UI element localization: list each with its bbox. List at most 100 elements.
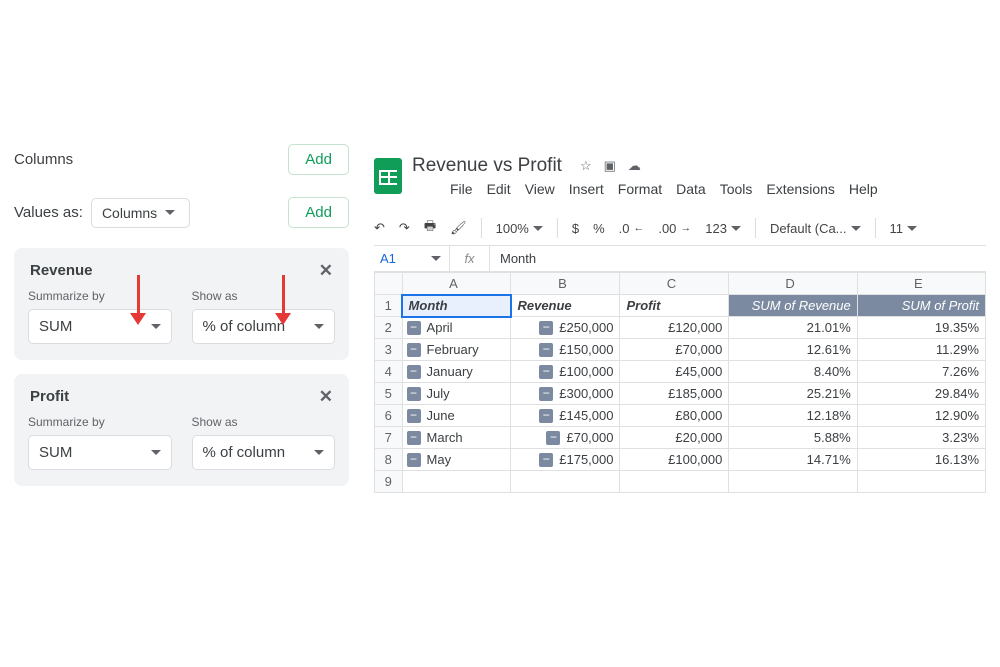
formula-bar[interactable]: Month xyxy=(490,251,536,266)
spreadsheet-grid[interactable]: ABCDE 1MonthRevenueProfitSUM of RevenueS… xyxy=(374,272,986,493)
empty-cell[interactable] xyxy=(402,471,511,493)
name-box[interactable]: A1 xyxy=(374,246,450,271)
cell-sum-profit[interactable]: 3.23% xyxy=(857,427,985,449)
increase-decimal-button[interactable]: .00→ xyxy=(658,221,691,236)
menu-insert[interactable]: Insert xyxy=(569,181,604,197)
collapse-icon[interactable]: − xyxy=(539,409,553,423)
collapse-icon[interactable]: − xyxy=(539,365,553,379)
column-header-C[interactable]: C xyxy=(620,273,729,295)
font-size-select[interactable]: 11 xyxy=(890,221,918,236)
cell-sum-profit[interactable]: 16.13% xyxy=(857,449,985,471)
cell-revenue[interactable]: −£145,000 xyxy=(511,405,620,427)
cell-revenue[interactable]: −£300,000 xyxy=(511,383,620,405)
collapse-icon[interactable]: − xyxy=(546,431,560,445)
header-cell[interactable]: Month xyxy=(402,295,511,317)
row-header[interactable]: 7 xyxy=(375,427,403,449)
row-header[interactable]: 4 xyxy=(375,361,403,383)
collapse-icon[interactable]: − xyxy=(407,409,421,423)
cell-month[interactable]: −May xyxy=(402,449,511,471)
star-icon[interactable]: ☆ xyxy=(580,158,592,174)
collapse-icon[interactable]: − xyxy=(407,365,421,379)
collapse-icon[interactable]: − xyxy=(407,343,421,357)
empty-cell[interactable] xyxy=(511,471,620,493)
move-icon[interactable]: ▣ xyxy=(604,158,616,174)
number-format-select[interactable]: 123 xyxy=(705,221,741,236)
empty-cell[interactable] xyxy=(857,471,985,493)
cell-revenue[interactable]: −£100,000 xyxy=(511,361,620,383)
cell-revenue[interactable]: −£250,000 xyxy=(511,317,620,339)
row-header[interactable]: 2 xyxy=(375,317,403,339)
row-header[interactable]: 8 xyxy=(375,449,403,471)
menu-file[interactable]: File xyxy=(450,181,473,197)
remove-value-button[interactable]: ✕ xyxy=(319,262,333,279)
format-currency-button[interactable]: $ xyxy=(572,221,579,236)
collapse-icon[interactable]: − xyxy=(539,387,553,401)
format-percent-button[interactable]: % xyxy=(593,221,605,236)
cell-revenue[interactable]: −£70,000 xyxy=(511,427,620,449)
header-cell[interactable]: SUM of Revenue xyxy=(729,295,857,317)
print-button[interactable]: 🖶 xyxy=(424,217,436,239)
menu-view[interactable]: View xyxy=(525,181,555,197)
row-header[interactable]: 3 xyxy=(375,339,403,361)
column-header-A[interactable]: A xyxy=(402,273,511,295)
header-cell[interactable]: Profit xyxy=(620,295,729,317)
values-as-select[interactable]: Columns xyxy=(91,198,190,228)
cell-month[interactable]: −March xyxy=(402,427,511,449)
header-cell[interactable]: Revenue xyxy=(511,295,620,317)
cell-sum-revenue[interactable]: 25.21% xyxy=(729,383,857,405)
row-header[interactable]: 1 xyxy=(375,295,403,317)
menu-edit[interactable]: Edit xyxy=(487,181,511,197)
cell-month[interactable]: −February xyxy=(402,339,511,361)
menu-extensions[interactable]: Extensions xyxy=(766,181,834,197)
cell-profit[interactable]: £45,000 xyxy=(620,361,729,383)
cell-sum-profit[interactable]: 19.35% xyxy=(857,317,985,339)
cell-profit[interactable]: £20,000 xyxy=(620,427,729,449)
cell-month[interactable]: −January xyxy=(402,361,511,383)
collapse-icon[interactable]: − xyxy=(407,431,421,445)
cell-profit[interactable]: £185,000 xyxy=(620,383,729,405)
add-value-button[interactable]: Add xyxy=(288,197,349,228)
summarize-by-select[interactable]: SUM xyxy=(28,309,172,344)
menu-format[interactable]: Format xyxy=(618,181,662,197)
row-header[interactable]: 5 xyxy=(375,383,403,405)
collapse-icon[interactable]: − xyxy=(407,321,421,335)
menu-tools[interactable]: Tools xyxy=(720,181,753,197)
empty-cell[interactable] xyxy=(620,471,729,493)
column-header-B[interactable]: B xyxy=(511,273,620,295)
cell-month[interactable]: −June xyxy=(402,405,511,427)
cell-profit[interactable]: £120,000 xyxy=(620,317,729,339)
cell-sum-revenue[interactable]: 12.18% xyxy=(729,405,857,427)
cell-sum-profit[interactable]: 11.29% xyxy=(857,339,985,361)
zoom-select[interactable]: 100% xyxy=(496,221,543,236)
document-title[interactable]: Revenue vs Profit xyxy=(412,155,562,177)
menu-help[interactable]: Help xyxy=(849,181,878,197)
font-family-select[interactable]: Default (Ca... xyxy=(770,221,861,236)
summarize-by-select[interactable]: SUM xyxy=(28,435,172,470)
cell-profit[interactable]: £100,000 xyxy=(620,449,729,471)
empty-cell[interactable] xyxy=(729,471,857,493)
collapse-icon[interactable]: − xyxy=(539,453,553,467)
cell-profit[interactable]: £70,000 xyxy=(620,339,729,361)
cell-sum-revenue[interactable]: 21.01% xyxy=(729,317,857,339)
cell-sum-profit[interactable]: 12.90% xyxy=(857,405,985,427)
collapse-icon[interactable]: − xyxy=(407,387,421,401)
menu-data[interactable]: Data xyxy=(676,181,706,197)
decrease-decimal-button[interactable]: .0← xyxy=(619,221,645,236)
cell-revenue[interactable]: −£150,000 xyxy=(511,339,620,361)
cell-sum-profit[interactable]: 29.84% xyxy=(857,383,985,405)
row-header[interactable]: 9 xyxy=(375,471,403,493)
undo-button[interactable]: ↶ xyxy=(374,220,385,236)
cell-sum-revenue[interactable]: 8.40% xyxy=(729,361,857,383)
collapse-icon[interactable]: − xyxy=(539,343,553,357)
cell-sum-revenue[interactable]: 14.71% xyxy=(729,449,857,471)
remove-value-button[interactable]: ✕ xyxy=(319,388,333,405)
column-header-D[interactable]: D xyxy=(729,273,857,295)
paint-format-button[interactable]: 🖌 xyxy=(450,220,467,236)
collapse-icon[interactable]: − xyxy=(407,453,421,467)
cell-month[interactable]: −April xyxy=(402,317,511,339)
cell-sum-revenue[interactable]: 5.88% xyxy=(729,427,857,449)
redo-button[interactable]: ↷ xyxy=(399,220,410,236)
cell-sum-revenue[interactable]: 12.61% xyxy=(729,339,857,361)
select-all-cell[interactable] xyxy=(375,273,403,295)
cell-sum-profit[interactable]: 7.26% xyxy=(857,361,985,383)
